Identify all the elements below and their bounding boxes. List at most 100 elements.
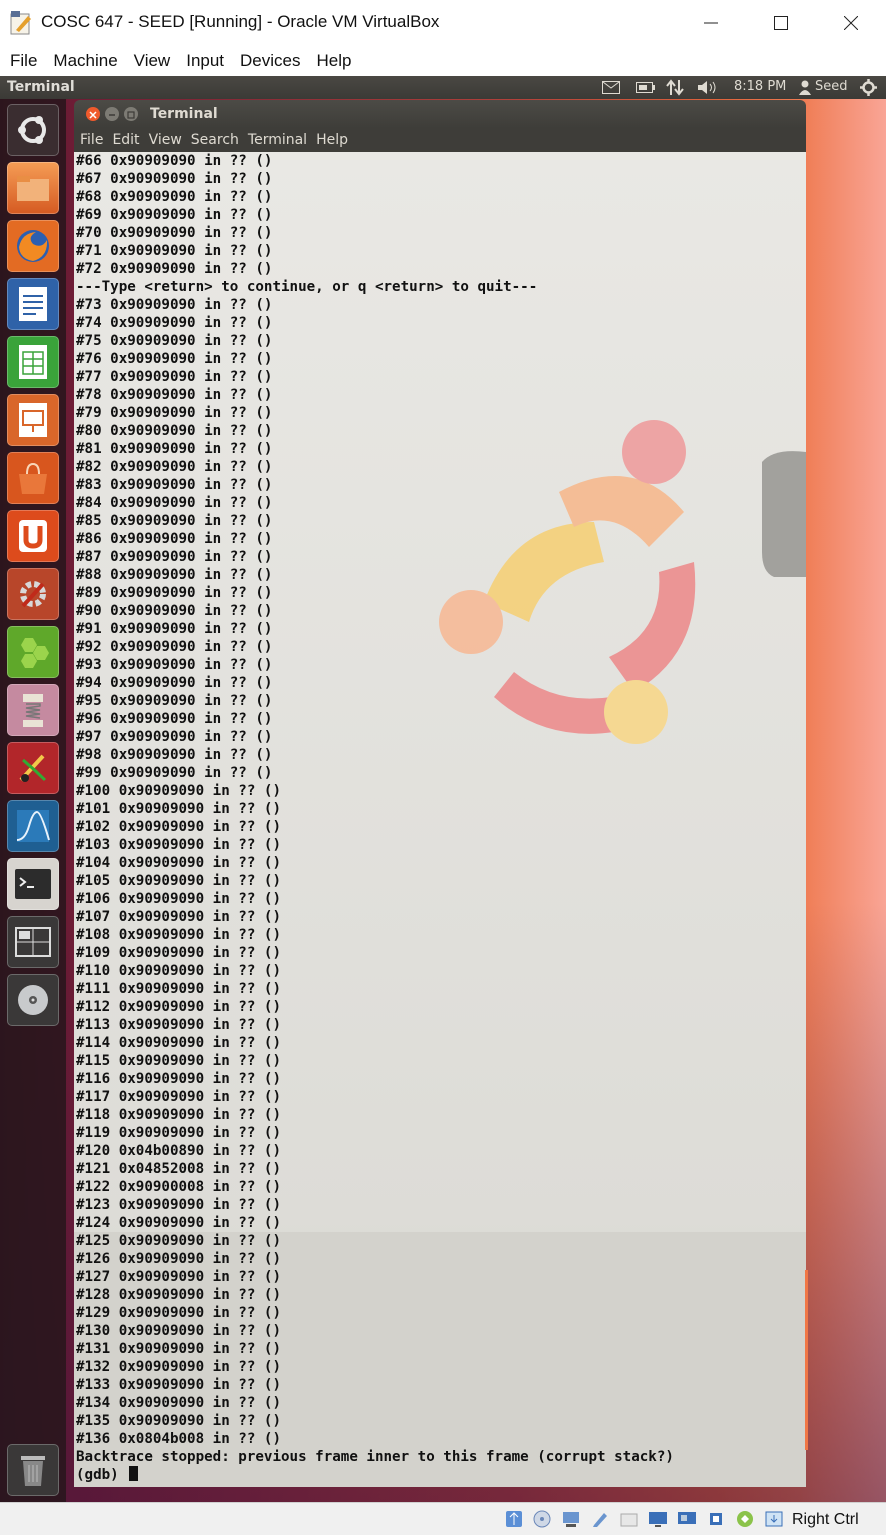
terminal-line: #100 0x90909090 in ?? () bbox=[76, 783, 281, 799]
firefox-icon[interactable] bbox=[7, 220, 59, 272]
terminal-line: #74 0x90909090 in ?? () bbox=[76, 315, 273, 331]
workspace-switcher-icon[interactable] bbox=[7, 916, 59, 968]
host-menu-machine[interactable]: Machine bbox=[53, 51, 117, 71]
close-button[interactable] bbox=[816, 0, 886, 46]
terminal-menu-terminal[interactable]: Terminal bbox=[248, 132, 307, 148]
terminal-line: #68 0x90909090 in ?? () bbox=[76, 189, 273, 205]
network-adapter-icon[interactable] bbox=[561, 1509, 581, 1529]
host-menu-help[interactable]: Help bbox=[317, 51, 352, 71]
maximize-button[interactable] bbox=[746, 0, 816, 46]
terminal-line: #108 0x90909090 in ?? () bbox=[76, 927, 281, 943]
terminal-line: #103 0x90909090 in ?? () bbox=[76, 837, 281, 853]
terminal-line: #70 0x90909090 in ?? () bbox=[76, 225, 273, 241]
terminal-line: #121 0x04852008 in ?? () bbox=[76, 1161, 281, 1177]
terminal-line: #94 0x90909090 in ?? () bbox=[76, 675, 273, 691]
terminal-line: #81 0x90909090 in ?? () bbox=[76, 441, 273, 457]
terminal-menu-help[interactable]: Help bbox=[316, 132, 348, 148]
system-settings-icon[interactable] bbox=[7, 568, 59, 620]
cpu-icon[interactable] bbox=[706, 1509, 726, 1529]
host-menu-devices[interactable]: Devices bbox=[240, 51, 300, 71]
terminal-maximize-button[interactable] bbox=[124, 107, 138, 121]
user-name[interactable]: Seed bbox=[815, 79, 848, 94]
terminal-line: #129 0x90909090 in ?? () bbox=[76, 1305, 281, 1321]
host-menu-bar: File Machine View Input Devices Help bbox=[0, 46, 886, 76]
volume-icon[interactable] bbox=[697, 80, 719, 95]
terminal-line: #77 0x90909090 in ?? () bbox=[76, 369, 273, 385]
terminal-icon[interactable] bbox=[7, 858, 59, 910]
terminal-line: #109 0x90909090 in ?? () bbox=[76, 945, 281, 961]
terminal-menu-view[interactable]: View bbox=[149, 132, 182, 148]
terminal-line: #126 0x90909090 in ?? () bbox=[76, 1251, 281, 1267]
gdb-prompt[interactable]: (gdb) bbox=[76, 1467, 127, 1483]
display-icon[interactable] bbox=[648, 1509, 668, 1529]
battery-icon[interactable] bbox=[636, 81, 656, 94]
files-icon[interactable] bbox=[7, 162, 59, 214]
terminal-line: #83 0x90909090 in ?? () bbox=[76, 477, 273, 493]
terminal-line: #82 0x90909090 in ?? () bbox=[76, 459, 273, 475]
terminal-menu-search[interactable]: Search bbox=[191, 132, 239, 148]
terminal-line: #107 0x90909090 in ?? () bbox=[76, 909, 281, 925]
terminal-line: #119 0x90909090 in ?? () bbox=[76, 1125, 281, 1141]
terminal-cursor bbox=[129, 1466, 139, 1481]
mail-icon[interactable] bbox=[602, 81, 620, 94]
usb-icon[interactable] bbox=[504, 1509, 524, 1529]
terminal-menu-edit[interactable]: Edit bbox=[112, 132, 139, 148]
trash-icon[interactable] bbox=[7, 1444, 59, 1496]
terminal-line: #98 0x90909090 in ?? () bbox=[76, 747, 273, 763]
terminal-menu-bar: File Edit View Search Terminal Help bbox=[74, 128, 806, 152]
terminal-line: #72 0x90909090 in ?? () bbox=[76, 261, 273, 277]
network-icon[interactable] bbox=[666, 79, 684, 96]
close-icon bbox=[844, 16, 858, 30]
impress-icon[interactable] bbox=[7, 394, 59, 446]
terminal-line: #110 0x90909090 in ?? () bbox=[76, 963, 281, 979]
terminal-line: #117 0x90909090 in ?? () bbox=[76, 1089, 281, 1105]
terminal-line: #79 0x90909090 in ?? () bbox=[76, 405, 273, 421]
minimize-icon bbox=[704, 22, 718, 24]
ubuntu-dash-icon[interactable] bbox=[7, 104, 59, 156]
power-gear-icon[interactable] bbox=[860, 79, 877, 96]
terminal-line: #118 0x90909090 in ?? () bbox=[76, 1107, 281, 1123]
terminal-scrollbar[interactable] bbox=[805, 1270, 808, 1450]
shared-folder-icon[interactable] bbox=[619, 1509, 639, 1529]
host-menu-file[interactable]: File bbox=[10, 51, 37, 71]
terminal-line: #85 0x90909090 in ?? () bbox=[76, 513, 273, 529]
clock[interactable]: 8:18 PM bbox=[734, 79, 786, 94]
ubuntu-one-icon[interactable] bbox=[7, 510, 59, 562]
terminal-line: #123 0x90909090 in ?? () bbox=[76, 1197, 281, 1213]
calc-icon[interactable] bbox=[7, 336, 59, 388]
terminal-line: #128 0x90909090 in ?? () bbox=[76, 1287, 281, 1303]
terminal-line: ---Type <return> to continue, or q <retu… bbox=[76, 279, 538, 295]
panel-app-name: Terminal bbox=[7, 79, 75, 95]
gedit-app-icon[interactable] bbox=[7, 742, 59, 794]
host-menu-view[interactable]: View bbox=[134, 51, 171, 71]
terminal-close-button[interactable] bbox=[86, 107, 100, 121]
terminal-title: Terminal bbox=[150, 106, 218, 122]
host-menu-input[interactable]: Input bbox=[186, 51, 224, 71]
host-title-bar[interactable]: COSC 647 - SEED [Running] - Oracle VM Vi… bbox=[0, 0, 886, 46]
maximize-icon bbox=[127, 111, 135, 119]
wireshark-icon[interactable] bbox=[7, 800, 59, 852]
archive-app-icon[interactable] bbox=[7, 684, 59, 736]
cd-drive-icon[interactable] bbox=[7, 974, 59, 1026]
terminal-minimize-button[interactable] bbox=[105, 107, 119, 121]
terminal-line: #80 0x90909090 in ?? () bbox=[76, 423, 273, 439]
optical-disk-icon[interactable] bbox=[532, 1509, 552, 1529]
software-center-icon[interactable] bbox=[7, 452, 59, 504]
terminal-line: #104 0x90909090 in ?? () bbox=[76, 855, 281, 871]
minimize-button[interactable] bbox=[676, 0, 746, 46]
terminal-line: #135 0x90909090 in ?? () bbox=[76, 1413, 281, 1429]
terminal-menu-file[interactable]: File bbox=[80, 132, 103, 148]
terminal-line: #124 0x90909090 in ?? () bbox=[76, 1215, 281, 1231]
host-key-label: Right Ctrl bbox=[792, 1511, 859, 1528]
keyboard-capture-icon[interactable] bbox=[764, 1509, 784, 1529]
minimize-icon bbox=[109, 114, 115, 116]
terminal-output[interactable]: #66 0x90909090 in ?? () #67 0x90909090 i… bbox=[74, 152, 806, 1487]
host-window-title: COSC 647 - SEED [Running] - Oracle VM Vi… bbox=[41, 12, 440, 31]
screen-capture-icon[interactable] bbox=[677, 1509, 697, 1529]
terminal-title-bar[interactable]: Terminal bbox=[74, 100, 806, 128]
mouse-integration-icon[interactable] bbox=[735, 1509, 755, 1529]
hex-app-icon[interactable] bbox=[7, 626, 59, 678]
terminal-line: #134 0x90909090 in ?? () bbox=[76, 1395, 281, 1411]
writer-icon[interactable] bbox=[7, 278, 59, 330]
pencil-edit-icon[interactable] bbox=[590, 1509, 610, 1529]
